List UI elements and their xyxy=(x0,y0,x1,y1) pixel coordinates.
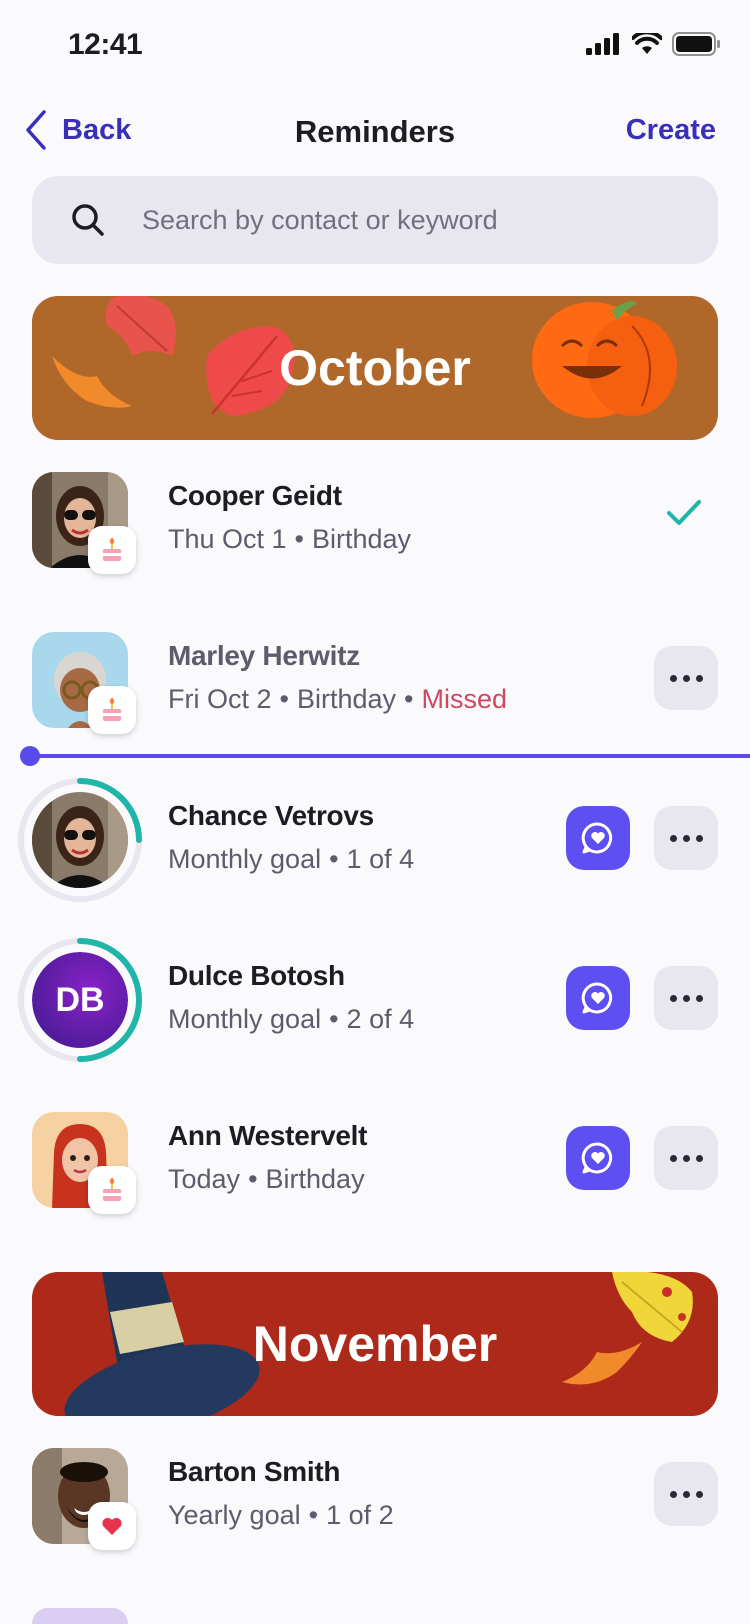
status-bar: 12:41 xyxy=(0,0,750,92)
create-button[interactable]: Create xyxy=(626,114,716,147)
avatar xyxy=(32,1608,128,1624)
reminder-details: Fri Oct 2 • Birthday • Missed xyxy=(168,684,508,714)
contact-name: Chance Vetrovs xyxy=(168,800,374,831)
month-banner-november: November xyxy=(32,1272,718,1416)
reminder-type: 1 of 4 xyxy=(346,844,415,874)
month-banner-october: October xyxy=(32,296,718,440)
heart-message-icon xyxy=(581,1142,613,1174)
reminder-date: Monthly goal xyxy=(168,1004,322,1034)
heart-message-icon xyxy=(581,982,613,1014)
reach-out-button[interactable] xyxy=(566,1126,630,1190)
cake-icon xyxy=(88,1166,136,1214)
more-options-button[interactable] xyxy=(654,806,718,870)
search-icon xyxy=(72,204,104,236)
reminder-type: Birthday xyxy=(265,1164,365,1194)
search-input[interactable] xyxy=(142,204,662,236)
month-label: October xyxy=(279,340,471,396)
avatar xyxy=(32,792,128,888)
reminder-type: 2 of 4 xyxy=(346,1004,415,1034)
back-label: Back xyxy=(62,113,132,146)
heart-icon xyxy=(88,1502,136,1550)
wifi-icon xyxy=(632,33,662,54)
missed-status: Missed xyxy=(421,684,508,714)
more-options-button[interactable] xyxy=(654,1462,718,1526)
reminder-date: Thu Oct 1 xyxy=(168,524,287,554)
more-options-button[interactable] xyxy=(654,966,718,1030)
month-label: November xyxy=(252,1316,498,1372)
avatar: DB xyxy=(32,952,128,1048)
reminder-type: Birthday xyxy=(296,684,397,714)
avatar-initials: DB xyxy=(32,952,128,1048)
reach-out-button[interactable] xyxy=(566,806,630,870)
reminder-date: Yearly goal xyxy=(168,1500,301,1530)
list-item[interactable]: Barton Smith Yearly goal • 1 of 2 xyxy=(0,1430,750,1560)
reminder-details: Yearly goal • 1 of 2 xyxy=(168,1500,394,1530)
today-indicator xyxy=(20,746,750,766)
navigation-bar: Back Reminders Create xyxy=(0,100,750,164)
status-icons xyxy=(586,32,720,56)
contact-name: Ann Westervelt xyxy=(168,1120,368,1151)
contact-name: Cooper Geidt xyxy=(168,480,342,511)
search-bar xyxy=(32,176,718,264)
contact-name: Barton Smith xyxy=(168,1456,341,1487)
reminder-date: Today xyxy=(168,1164,241,1194)
reminder-date: Monthly goal xyxy=(168,844,322,874)
list-item[interactable]: Chance Vetrovs Monthly goal • 1 of 4 xyxy=(0,774,750,904)
list-item[interactable]: Ann Westervelt Today • Birthday xyxy=(0,1094,750,1224)
reminder-details: Monthly goal • 1 of 4 xyxy=(168,844,415,874)
reminder-details: Thu Oct 1 • Birthday xyxy=(168,524,412,554)
contact-name: Dulce Botosh xyxy=(168,960,345,991)
reminder-details: Today • Birthday xyxy=(168,1164,365,1194)
list-item[interactable]: DB Dulce Botosh Monthly goal • 2 of 4 xyxy=(0,934,750,1064)
more-options-button[interactable] xyxy=(654,1126,718,1190)
reminder-type: 1 of 2 xyxy=(326,1500,394,1530)
signal-icon xyxy=(586,33,619,55)
reminder-date: Fri Oct 2 xyxy=(168,684,272,714)
status-time: 12:41 xyxy=(68,28,143,61)
list-item[interactable]: Marley Herwitz Fri Oct 2 • Birthday • Missed xyxy=(0,614,750,744)
more-options-button[interactable] xyxy=(654,646,718,710)
back-button[interactable]: Back xyxy=(24,110,131,150)
battery-icon xyxy=(672,32,720,56)
cake-icon xyxy=(88,686,136,734)
reminder-details: Monthly goal • 2 of 4 xyxy=(168,1004,415,1034)
cake-icon xyxy=(88,526,136,574)
reach-out-button[interactable] xyxy=(566,966,630,1030)
heart-message-icon xyxy=(581,822,613,854)
list-item[interactable]: Cooper Geidt Thu Oct 1 • Birthday xyxy=(0,454,750,584)
checkmark-icon xyxy=(667,500,701,525)
chevron-left-icon xyxy=(26,110,46,150)
contact-name: Marley Herwitz xyxy=(168,640,360,671)
reminder-type: Birthday xyxy=(312,524,412,554)
